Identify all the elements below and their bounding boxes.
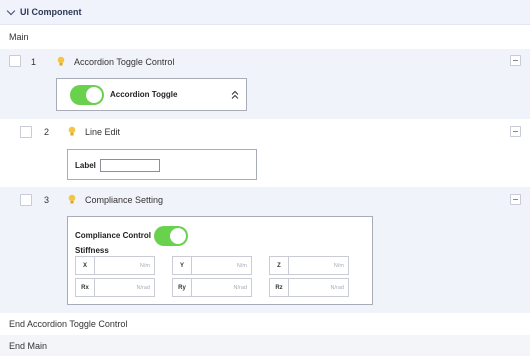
lightbulb-icon <box>68 126 76 136</box>
line-edit-label: Label <box>75 161 96 170</box>
stiffness-label: Stiffness <box>75 246 109 255</box>
field-label: X <box>76 257 95 274</box>
item-1-number: 1 <box>31 57 37 67</box>
main-label: Main <box>9 31 29 42</box>
main-row: Main <box>0 26 530 47</box>
lightbulb-icon <box>68 194 76 204</box>
toggle-knob <box>86 87 102 103</box>
field-unit: N/rad <box>136 284 150 291</box>
field-label: Ry <box>173 279 192 296</box>
item-2-row: 2 Line Edit Label <box>0 119 530 187</box>
item-3-number: 3 <box>44 195 50 205</box>
field-unit: N/rad <box>233 284 247 291</box>
compliance-toggle-switch[interactable] <box>154 226 188 246</box>
stiffness-z-field[interactable]: Z N/m <box>269 256 349 275</box>
item-1-checkbox[interactable] <box>9 55 21 67</box>
section-header[interactable]: UI Component <box>0 0 530 25</box>
end-accordion-label: End Accordion Toggle Control <box>9 318 128 329</box>
end-main-label: End Main <box>9 340 48 351</box>
item-2-minus-button[interactable] <box>510 126 521 137</box>
item-2-checkbox[interactable] <box>20 126 32 138</box>
field-unit: N/rad <box>330 284 344 291</box>
item-3-minus-button[interactable] <box>510 194 521 205</box>
item-2-title: Line Edit <box>85 127 121 137</box>
field-label: Rx <box>76 279 95 296</box>
field-label: Z <box>270 257 289 274</box>
accordion-toggle-panel: Accordion Toggle <box>56 78 247 111</box>
field-unit: N/m <box>333 262 344 269</box>
item-3-row: 3 Compliance Setting Compliance Control … <box>0 187 530 313</box>
compliance-panel: Compliance Control Stiffness X N/m Y N/m… <box>67 216 373 305</box>
end-accordion-row: End Accordion Toggle Control <box>0 313 530 334</box>
lightbulb-icon <box>57 56 65 66</box>
item-1-minus-button[interactable] <box>510 55 521 66</box>
accordion-toggle-label: Accordion Toggle <box>110 90 178 99</box>
item-3-checkbox[interactable] <box>20 194 32 206</box>
line-edit-input[interactable] <box>100 159 160 172</box>
stiffness-x-field[interactable]: X N/m <box>75 256 155 275</box>
end-main-row: End Main <box>0 335 530 356</box>
toggle-knob <box>170 228 186 244</box>
field-unit: N/m <box>236 262 247 269</box>
field-label: Y <box>173 257 192 274</box>
stiffness-ry-field[interactable]: Ry N/rad <box>172 278 252 297</box>
stiffness-rx-field[interactable]: Rx N/rad <box>75 278 155 297</box>
stiffness-y-field[interactable]: Y N/m <box>172 256 252 275</box>
compliance-control-label: Compliance Control <box>75 231 152 240</box>
accordion-toggle-switch[interactable] <box>70 85 104 105</box>
double-chevron-up-icon[interactable] <box>231 90 239 100</box>
stiffness-rz-field[interactable]: Rz N/rad <box>269 278 349 297</box>
field-unit: N/m <box>139 262 150 269</box>
item-2-number: 2 <box>44 127 50 137</box>
item-3-title: Compliance Setting <box>85 195 164 205</box>
item-1-title: Accordion Toggle Control <box>74 57 175 67</box>
item-1-row: 1 Accordion Toggle Control Accordion Tog… <box>0 49 530 119</box>
section-title: UI Component <box>20 7 82 17</box>
line-edit-panel: Label <box>67 149 257 180</box>
field-label: Rz <box>270 279 289 296</box>
chevron-down-icon[interactable] <box>6 6 16 15</box>
